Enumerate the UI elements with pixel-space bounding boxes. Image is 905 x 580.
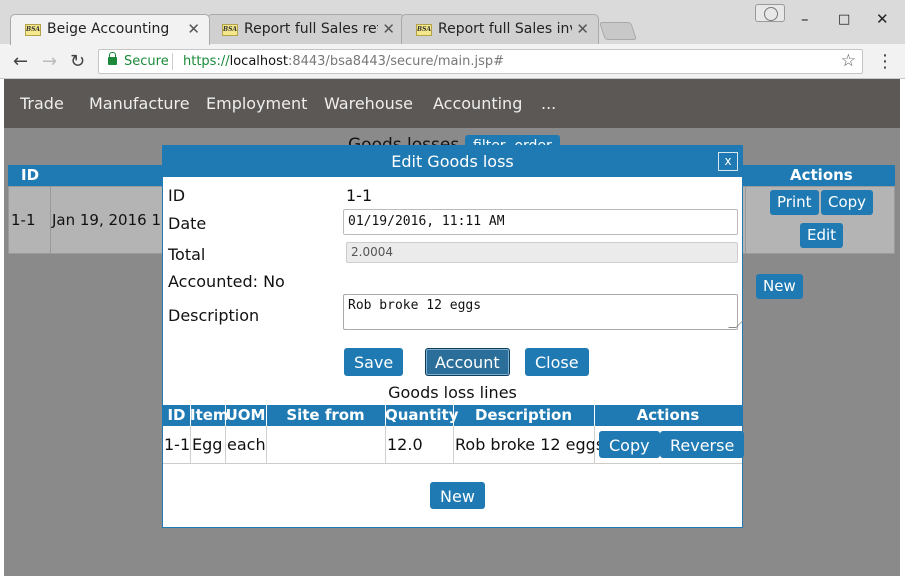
menu-item-manufacture[interactable]: Manufacture <box>89 94 190 113</box>
list-header-id: ID <box>21 166 40 184</box>
line-cell-uom: each <box>227 435 266 454</box>
copy-button[interactable]: Copy <box>821 190 874 215</box>
edit-goods-loss-dialog: Edit Goods loss x ID 1-1 Date 01/19/2016… <box>162 145 745 528</box>
description-text: Rob broke 12 eggs <box>348 298 482 313</box>
list-cell-date: Jan 19, 2016 11 <box>52 211 171 229</box>
reload-icon[interactable]: ↻ <box>70 51 85 72</box>
browser-menu-icon[interactable]: ⋮ <box>876 51 894 72</box>
id-value: 1-1 <box>346 186 373 205</box>
lines-header-quantity: Quantity <box>385 406 459 424</box>
maximize-icon[interactable]: □ <box>838 12 850 27</box>
new-tab-button[interactable] <box>599 22 637 40</box>
lines-header-site: Site from (opt.) <box>286 406 365 445</box>
tab-title: Report full Sales ret <box>244 21 378 37</box>
accounted-status: Accounted: No <box>168 272 285 291</box>
address-bar[interactable]: Secure https://localhost:8443/bsa8443/se… <box>98 49 863 74</box>
date-label: Date <box>168 214 207 233</box>
column-divider <box>594 426 595 464</box>
menu-item-more[interactable]: ... <box>541 94 556 113</box>
column-divider <box>266 405 267 426</box>
bsa-favicon-icon: BSA <box>416 24 432 36</box>
resize-grip-icon[interactable] <box>728 320 744 328</box>
column-divider <box>266 426 267 464</box>
browser-tab-sales-returns[interactable]: BSA Report full Sales ret ✕ <box>207 14 405 45</box>
date-input[interactable]: 01/19/2016, 11:11 AM <box>343 209 738 235</box>
lines-new-button[interactable]: New <box>430 482 485 509</box>
total-label: Total <box>168 245 206 264</box>
dialog-title: Edit Goods loss <box>391 152 514 171</box>
minimize-icon[interactable]: – <box>801 10 809 28</box>
close-tab-icon[interactable]: ✕ <box>187 20 200 38</box>
list-cell-id: 1-1 <box>11 211 36 229</box>
column-divider <box>594 405 595 426</box>
close-tab-icon[interactable]: ✕ <box>576 20 589 38</box>
list-new-button[interactable]: New <box>756 274 803 299</box>
total-field: 2.0004 <box>346 242 738 263</box>
column-divider <box>190 426 191 464</box>
column-divider <box>453 426 454 464</box>
line-reverse-button[interactable]: Reverse <box>660 431 745 458</box>
lines-header-description: Description <box>474 406 573 424</box>
close-button[interactable]: Close <box>525 348 589 376</box>
edit-button[interactable]: Edit <box>800 223 844 248</box>
column-divider <box>453 405 454 426</box>
lines-title: Goods loss lines <box>388 383 517 402</box>
line-cell-item: Egg <box>192 435 223 454</box>
dialog-close-button[interactable]: x <box>718 152 738 171</box>
lock-icon <box>108 52 117 65</box>
account-button[interactable]: Account <box>425 348 510 376</box>
secure-label: Secure <box>124 54 169 69</box>
bsa-favicon-icon: BSA <box>25 24 41 36</box>
user-profile-icon[interactable] <box>755 4 785 22</box>
column-divider <box>385 405 386 426</box>
bookmark-star-icon[interactable]: ☆ <box>841 51 856 71</box>
id-label: ID <box>168 186 186 205</box>
column-divider <box>225 426 226 464</box>
column-divider <box>385 426 386 464</box>
menu-item-warehouse[interactable]: Warehouse <box>324 94 413 113</box>
url-separator <box>172 53 173 70</box>
lines-header-item: Item <box>190 406 229 424</box>
back-arrow-icon[interactable]: ← <box>13 51 28 72</box>
dialog-header: Edit Goods loss x <box>163 146 742 177</box>
main-menu: Trade Manufacture Employment Warehouse A… <box>4 79 900 128</box>
line-cell-quantity: 12.0 <box>387 435 423 454</box>
column-divider <box>225 405 226 426</box>
lines-header-actions: Actions <box>636 406 700 424</box>
forward-arrow-icon[interactable]: → <box>42 51 57 72</box>
list-header-actions: Actions <box>790 166 853 184</box>
browser-toolbar: ← → ↻ Secure https://localhost:8443/bsa8… <box>0 44 905 79</box>
print-button[interactable]: Print <box>770 190 819 215</box>
bsa-favicon-icon: BSA <box>222 24 238 36</box>
column-divider <box>745 186 746 254</box>
browser-tab-sales-invoices[interactable]: BSA Report full Sales inv ✕ <box>401 14 599 45</box>
tab-title: Report full Sales inv <box>438 21 572 37</box>
column-divider <box>50 186 51 254</box>
app-viewport: Trade Manufacture Employment Warehouse A… <box>4 79 900 576</box>
save-button[interactable]: Save <box>344 348 404 376</box>
browser-tabstrip: BSA Beige Accounting ✕ BSA Report full S… <box>0 0 905 45</box>
browser-tab-beige-accounting[interactable]: BSA Beige Accounting ✕ <box>10 14 210 45</box>
line-cell-description: Rob broke 12 eggs <box>455 435 605 454</box>
lines-header-id: ID <box>167 406 186 424</box>
column-divider <box>190 405 191 426</box>
close-tab-icon[interactable]: ✕ <box>382 20 395 38</box>
menu-item-employment[interactable]: Employment <box>206 94 307 113</box>
description-label: Description <box>168 306 260 325</box>
description-textarea[interactable]: Rob broke 12 eggs <box>343 294 744 330</box>
menu-item-trade[interactable]: Trade <box>20 94 64 113</box>
lines-header-uom: UOM <box>225 406 266 424</box>
close-window-icon[interactable]: ✕ <box>876 10 889 28</box>
tab-title: Beige Accounting <box>47 21 170 37</box>
line-copy-button[interactable]: Copy <box>599 431 660 458</box>
menu-item-accounting[interactable]: Accounting <box>433 94 522 113</box>
line-cell-id: 1-1 <box>164 435 191 454</box>
url-text[interactable]: https://localhost:8443/bsa8443/secure/ma… <box>183 54 504 69</box>
